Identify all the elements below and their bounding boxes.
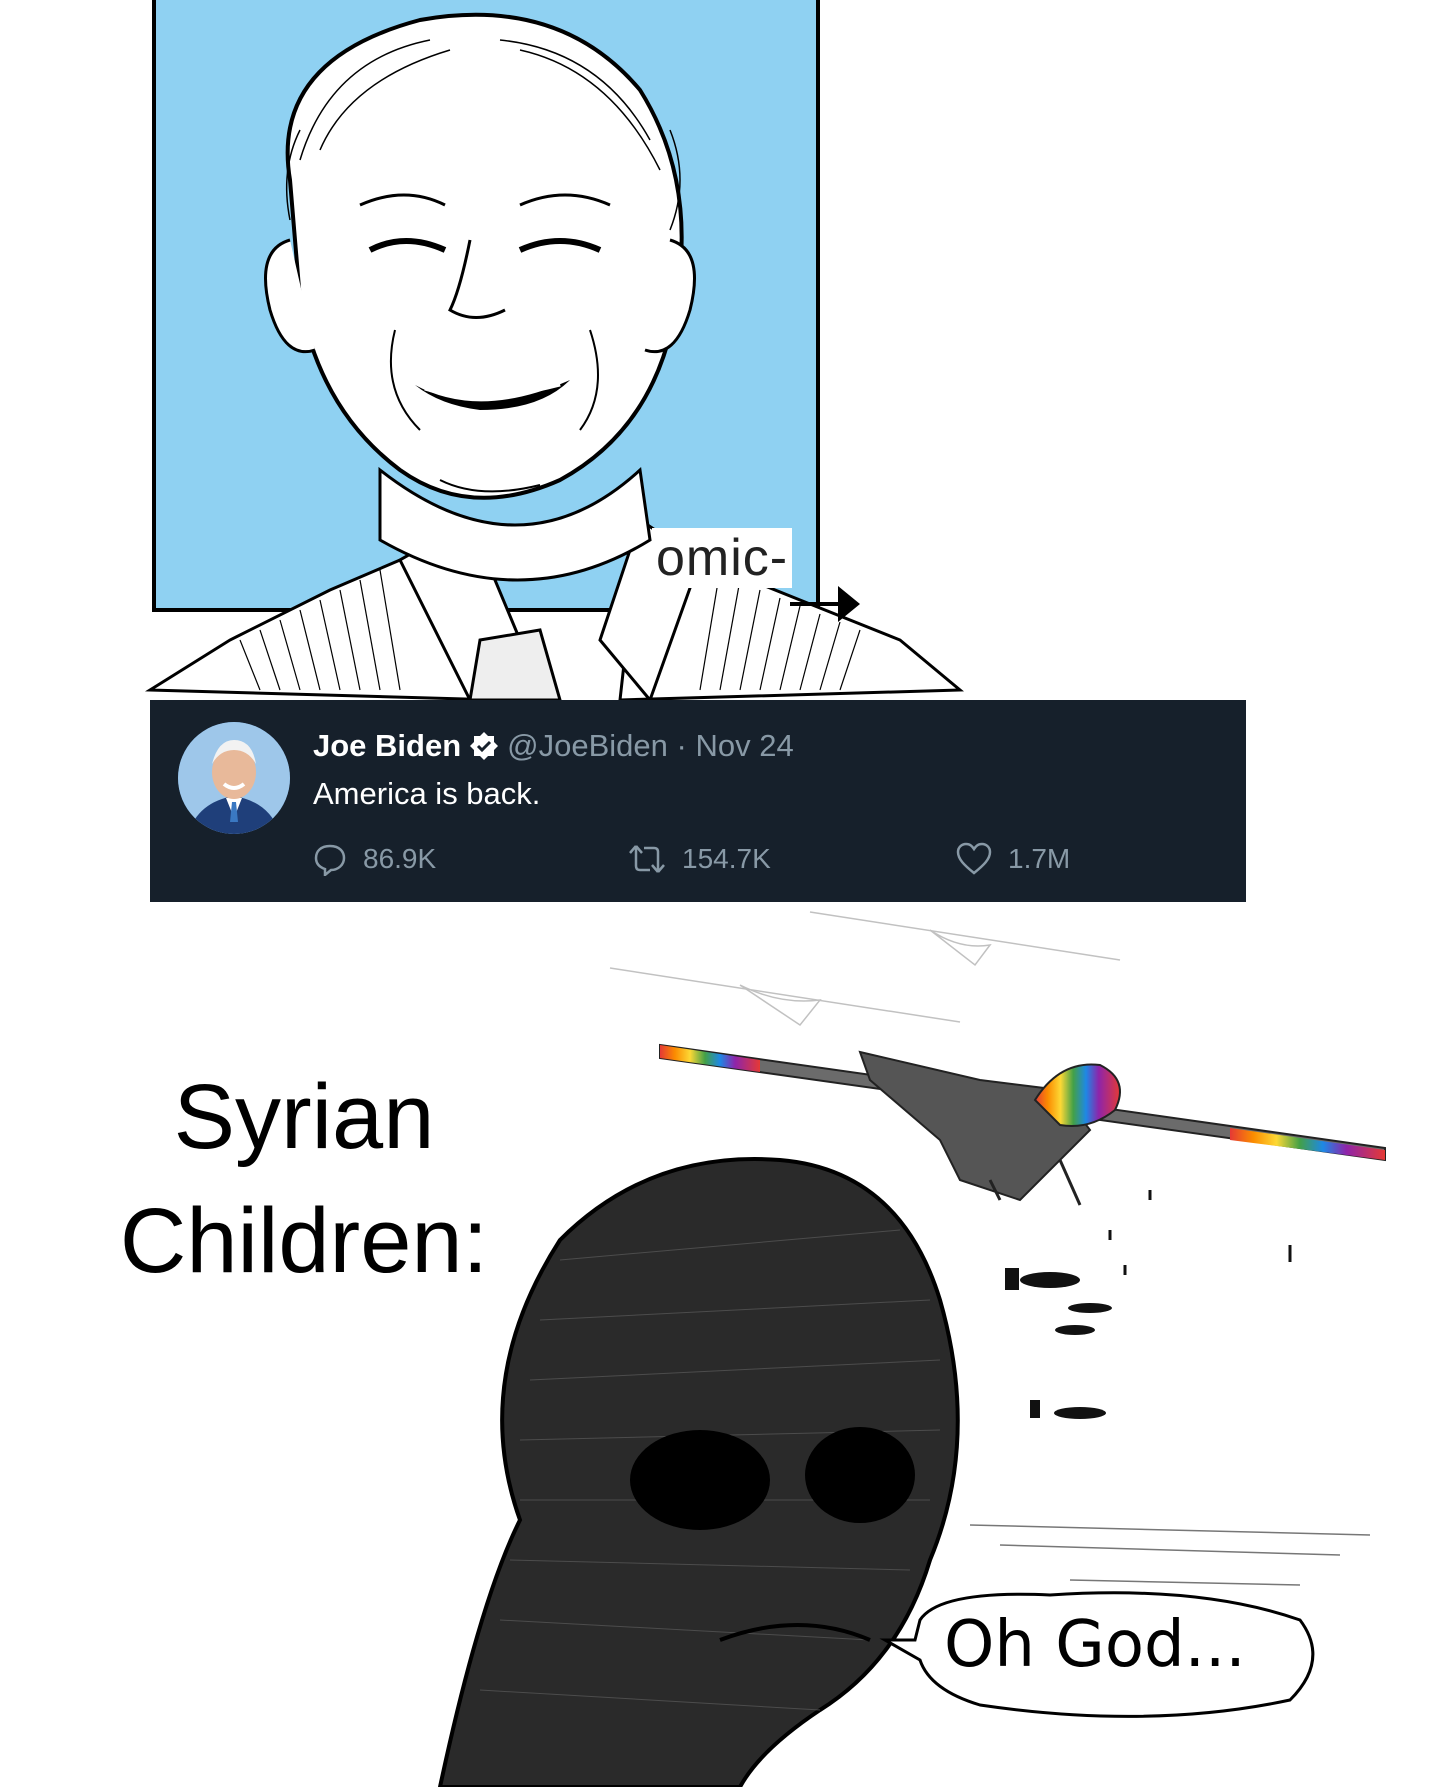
avatar[interactable]: [178, 722, 290, 834]
comic-label: omic-: [652, 528, 793, 588]
retweet-button[interactable]: 154.7K: [628, 842, 771, 876]
arrow-right-icon: [790, 586, 860, 622]
like-count: 1.7M: [1008, 843, 1071, 874]
biden-portrait-drawing: [144, 12, 965, 700]
verified-badge-icon: [470, 732, 499, 760]
tweet-separator: ·: [676, 728, 687, 763]
reply-count: 86.9K: [363, 843, 437, 874]
retweet-icon: [629, 845, 665, 873]
tweet-text: America is back.: [313, 776, 541, 811]
retweet-count: 154.7K: [682, 843, 771, 874]
reply-button[interactable]: 86.9K: [313, 842, 437, 878]
tweet-date[interactable]: Nov 24: [695, 728, 793, 763]
avatar-photo-icon: [178, 722, 290, 834]
tweet-author-name[interactable]: Joe Biden: [313, 728, 461, 763]
tweet-card[interactable]: Joe Biden @JoeBiden · Nov 24 America is …: [150, 700, 1246, 902]
tweet-header: Joe Biden @JoeBiden · Nov 24: [313, 728, 794, 764]
speech-bubble-text: Oh God...: [944, 1608, 1246, 1682]
tweet-handle[interactable]: @JoeBiden: [507, 728, 668, 763]
top-panel: omic-: [0, 0, 1440, 700]
heart-icon: [956, 842, 992, 875]
caption: Syrian Children:: [119, 1066, 489, 1292]
reply-icon: [314, 844, 346, 878]
like-button[interactable]: 1.7M: [956, 842, 1070, 876]
